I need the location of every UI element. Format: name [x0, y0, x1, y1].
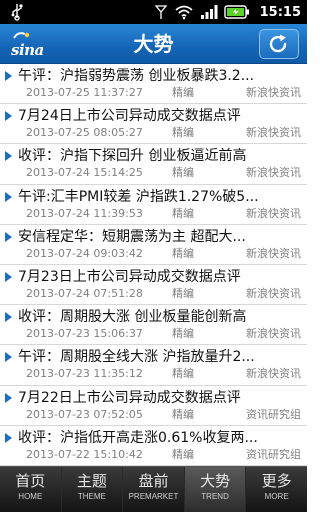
- news-category: 精编: [172, 367, 194, 381]
- bullet-arrow-icon: [5, 231, 12, 242]
- tab-theme[interactable]: 主题 THEME: [62, 467, 124, 512]
- bullet-arrow-icon: [5, 271, 12, 282]
- battery-icon: [223, 5, 249, 19]
- tab-sublabel: THEME: [77, 492, 106, 501]
- news-meta: 2013-07-24 09:03:42 精编 新浪快资讯: [26, 247, 301, 261]
- tab-label: 首页: [15, 472, 46, 490]
- news-date: 2013-07-22 15:10:42: [26, 447, 143, 461]
- news-meta: 2013-07-25 08:05:27 精编 新浪快资讯: [26, 126, 301, 140]
- tab-more[interactable]: 更多 MORE: [246, 467, 307, 512]
- news-category: 精编: [172, 86, 194, 99]
- bullet-arrow-icon: [5, 392, 12, 403]
- bullet-arrow-icon: [5, 432, 12, 443]
- usb-icon: [11, 4, 23, 21]
- news-category: 精编: [172, 126, 194, 140]
- news-source: 新浪快资讯: [246, 327, 301, 341]
- news-headline: 收评：周期股大涨 创业板量能创新高: [18, 309, 247, 326]
- news-list-item[interactable]: 午评:汇丰PMI较差 沪指跌1.27%破5... 2013-07-24 11:39…: [0, 185, 307, 225]
- news-meta: 2013-07-25 11:37:27 精编 新浪快资讯: [26, 86, 301, 100]
- news-date: 2013-07-24 07:51:28: [26, 286, 143, 300]
- news-source: 新浪快资讯: [246, 286, 301, 300]
- news-headline: 收评：沪指下探回升 创业板逼近前高: [18, 148, 247, 165]
- title-bar: sina 大势: [0, 24, 307, 64]
- news-category: 精编: [172, 447, 194, 461]
- news-list-item[interactable]: 午评：周期股全线大涨 沪指放量升2... 2013-07-23 11:35:12 精…: [0, 345, 307, 386]
- tab-home[interactable]: 首页 HOME: [0, 467, 62, 512]
- tab-label: 盘前: [138, 472, 169, 490]
- bullet-arrow-icon: [5, 352, 12, 363]
- clock: 15:15: [259, 4, 301, 20]
- news-headline: 午评:汇丰PMI较差 沪指跌1.27%破5...: [18, 188, 259, 205]
- news-list-item[interactable]: 安信程定华：短期震荡为主 超配大... 2013-07-24 09:03:42 精编…: [0, 225, 307, 265]
- news-headline: 收评：沪指低开高走涨0.61%收复两...: [18, 429, 258, 446]
- signal-icon: [154, 5, 167, 19]
- tab-label: 主题: [76, 472, 107, 490]
- news-headline: 午评：周期股全线大涨 沪指放量升2...: [18, 349, 255, 366]
- news-source: 新浪快资讯: [246, 206, 301, 220]
- news-source: 资讯研究组: [246, 447, 301, 461]
- tab-sublabel: TREND: [201, 492, 229, 501]
- news-headline: 7月22日上市公司异动成交数据点评: [18, 389, 241, 406]
- news-category: 精编: [172, 407, 194, 421]
- news-meta: 2013-07-23 07:52:05 精编 资讯研究组: [26, 408, 301, 422]
- news-meta: 2013-07-24 15:14:25 精编 新浪快资讯: [26, 166, 301, 180]
- news-date: 2013-07-24 09:03:42: [26, 246, 143, 260]
- news-headline: 7月23日上市公司异动成交数据点评: [18, 268, 241, 285]
- status-bar: 15:15: [0, 0, 307, 24]
- news-date: 2013-07-25 11:37:27: [26, 86, 143, 99]
- news-source: 新浪快资讯: [246, 367, 301, 381]
- news-headline: 午评：沪指弱势震荡 创业板暴跌3.2...: [18, 68, 255, 84]
- news-list-item[interactable]: 收评：周期股大涨 创业板量能创新高 2013-07-23 15:06:37 精编 新浪…: [0, 305, 307, 346]
- tab-premarket[interactable]: 盘前 PREMARKET: [123, 467, 185, 512]
- news-date: 2013-07-24 15:14:25: [26, 166, 143, 180]
- news-date: 2013-07-23 15:06:37: [26, 327, 143, 341]
- bullet-arrow-icon: [5, 111, 12, 122]
- news-date: 2013-07-23 07:52:05: [26, 407, 143, 421]
- news-meta: 2013-07-24 11:39:53 精编 新浪快资讯: [26, 207, 301, 221]
- news-list-item[interactable]: 7月23日上市公司异动成交数据点评 2013-07-24 07:51:28 精编 新浪…: [0, 265, 307, 306]
- bullet-arrow-icon: [5, 71, 12, 81]
- news-meta: 2013-07-23 15:06:37 精编 新浪快资讯: [26, 327, 301, 341]
- bullet-arrow-icon: [5, 312, 12, 323]
- refresh-button[interactable]: [259, 29, 299, 59]
- tab-label: 更多: [261, 472, 292, 490]
- news-meta: 2013-07-22 15:10:42 精编 资讯研究组: [26, 448, 301, 462]
- news-category: 精编: [172, 206, 194, 220]
- refresh-icon: [269, 34, 287, 53]
- news-source: 新浪快资讯: [246, 126, 301, 140]
- news-meta: 2013-07-24 07:51:28 精编 新浪快资讯: [26, 287, 301, 301]
- news-meta: 2013-07-23 11:35:12 精编 新浪快资讯: [26, 367, 301, 381]
- tab-trend[interactable]: 大势 TREND: [184, 467, 247, 512]
- news-list-item[interactable]: 7月22日上市公司异动成交数据点评 2013-07-23 07:52:05 精编 资讯…: [0, 386, 307, 426]
- news-list: 午评：沪指弱势震荡 创业板暴跌3.2... 2013-07-25 11:37:27…: [0, 64, 307, 466]
- news-source: 资讯研究组: [246, 407, 301, 421]
- cell-signal-icon: [200, 5, 218, 19]
- bottom-tab-bar: 首页 HOME 主题 THEME 盘前 PREMARKET 大势 TREND 更多 MORE: [0, 466, 307, 512]
- news-source: 新浪快资讯: [246, 166, 301, 180]
- tab-label: 大势: [200, 472, 231, 490]
- bullet-arrow-icon: [5, 151, 12, 162]
- news-headline: 安信程定华：短期震荡为主 超配大...: [18, 228, 246, 245]
- news-list-item[interactable]: 收评：沪指低开高走涨0.61%收复两... 2013-07-22 15:10:42…: [0, 426, 307, 466]
- news-list-item[interactable]: 午评：沪指弱势震荡 创业板暴跌3.2... 2013-07-25 11:37:27…: [0, 64, 307, 105]
- news-date: 2013-07-23 11:35:12: [26, 367, 143, 381]
- wifi-icon: [175, 5, 193, 20]
- news-date: 2013-07-25 08:05:27: [26, 126, 143, 140]
- news-headline: 7月24日上市公司异动成交数据点评: [18, 108, 241, 125]
- tab-sublabel: MORE: [264, 492, 289, 501]
- tab-sublabel: PREMARKET: [128, 492, 179, 501]
- news-category: 精编: [172, 286, 194, 300]
- news-list-item[interactable]: 收评：沪指下探回升 创业板逼近前高 2013-07-24 15:14:25 精编 新浪…: [0, 144, 307, 185]
- tab-sublabel: HOME: [18, 492, 43, 501]
- news-category: 精编: [172, 327, 194, 341]
- news-list-item[interactable]: 7月24日上市公司异动成交数据点评 2013-07-25 08:05:27 精编 新浪…: [0, 104, 307, 145]
- news-date: 2013-07-24 11:39:53: [26, 206, 143, 220]
- bullet-arrow-icon: [5, 191, 12, 202]
- news-category: 精编: [172, 166, 194, 180]
- news-source: 新浪快资讯: [246, 246, 301, 260]
- news-category: 精编: [172, 246, 194, 260]
- news-source: 新浪快资讯: [246, 86, 301, 99]
